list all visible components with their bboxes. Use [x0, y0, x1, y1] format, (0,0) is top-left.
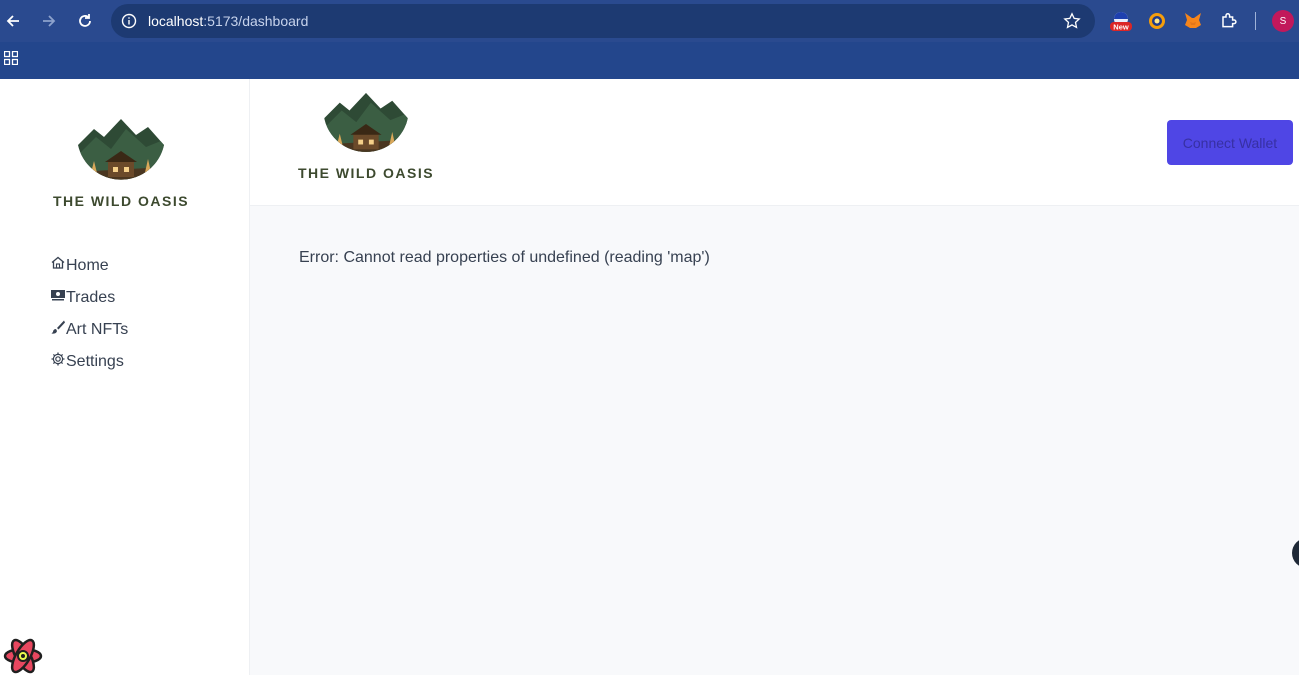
error-message: Error: Cannot read properties of undefin… — [299, 249, 710, 266]
info-icon[interactable] — [121, 13, 137, 29]
svg-text:New: New — [1113, 23, 1129, 32]
arrow-right-icon — [43, 15, 56, 27]
star-icon[interactable] — [1063, 12, 1081, 30]
sidebar-logo: THE WILD OASIS — [52, 117, 190, 209]
app-header: THE WILD OASIS Connect Wallet — [250, 79, 1299, 206]
header-logo: THE WILD OASIS — [296, 91, 436, 181]
back-button[interactable] — [0, 8, 26, 34]
extension-new[interactable]: New — [1110, 10, 1132, 32]
main-content: Error: Cannot read properties of undefin… — [250, 207, 1299, 675]
extensions-button[interactable] — [1218, 10, 1240, 32]
bookmarks-bar — [0, 42, 1299, 79]
apps-grid-icon[interactable] — [4, 51, 18, 65]
sidebar-item-art-nfts[interactable]: Art NFTs — [50, 318, 128, 350]
extension-globe[interactable] — [1146, 10, 1168, 32]
money-icon — [51, 290, 65, 301]
gear-icon — [51, 352, 65, 366]
globe-icon — [1149, 13, 1165, 29]
arrow-left-icon — [6, 15, 19, 27]
brand-name: THE WILD OASIS — [297, 165, 435, 181]
extension-metamask[interactable] — [1182, 10, 1204, 32]
react-devtools-icon[interactable] — [3, 637, 43, 675]
sidebar: THE WILD OASIS Home Trades Art NFTs Sett… — [0, 79, 250, 675]
sidebar-item-home[interactable]: Home — [50, 254, 128, 286]
puzzle-icon — [1222, 12, 1237, 28]
brush-icon — [51, 320, 65, 334]
fox-icon — [1185, 13, 1201, 28]
address-bar[interactable]: localhost:5173/dashboard — [111, 4, 1095, 38]
connect-wallet-button[interactable]: Connect Wallet — [1167, 120, 1293, 165]
toolbar-separator — [1255, 12, 1256, 30]
browser-toolbar: localhost:5173/dashboard New S — [0, 0, 1299, 42]
sidebar-item-trades[interactable]: Trades — [50, 286, 128, 318]
mountain-cabin-logo — [78, 119, 164, 180]
reload-button[interactable] — [72, 8, 98, 34]
extension-badge-icon: New — [1110, 12, 1132, 32]
url-text: localhost:5173/dashboard — [148, 13, 309, 29]
sidebar-item-label: Art NFTs — [66, 321, 129, 338]
forward-button[interactable] — [36, 8, 62, 34]
sidebar-item-label: Trades — [66, 289, 116, 306]
mountain-cabin-logo — [324, 92, 408, 152]
home-icon — [51, 256, 65, 269]
reload-icon — [79, 14, 91, 27]
sidebar-item-settings[interactable]: Settings — [50, 350, 128, 382]
profile-avatar[interactable]: S — [1272, 10, 1294, 32]
sidebar-nav: Home Trades Art NFTs Settings — [50, 254, 128, 382]
brand-name: THE WILD OASIS — [52, 193, 190, 209]
sidebar-item-label: Settings — [66, 353, 124, 370]
sidebar-item-label: Home — [66, 257, 109, 274]
